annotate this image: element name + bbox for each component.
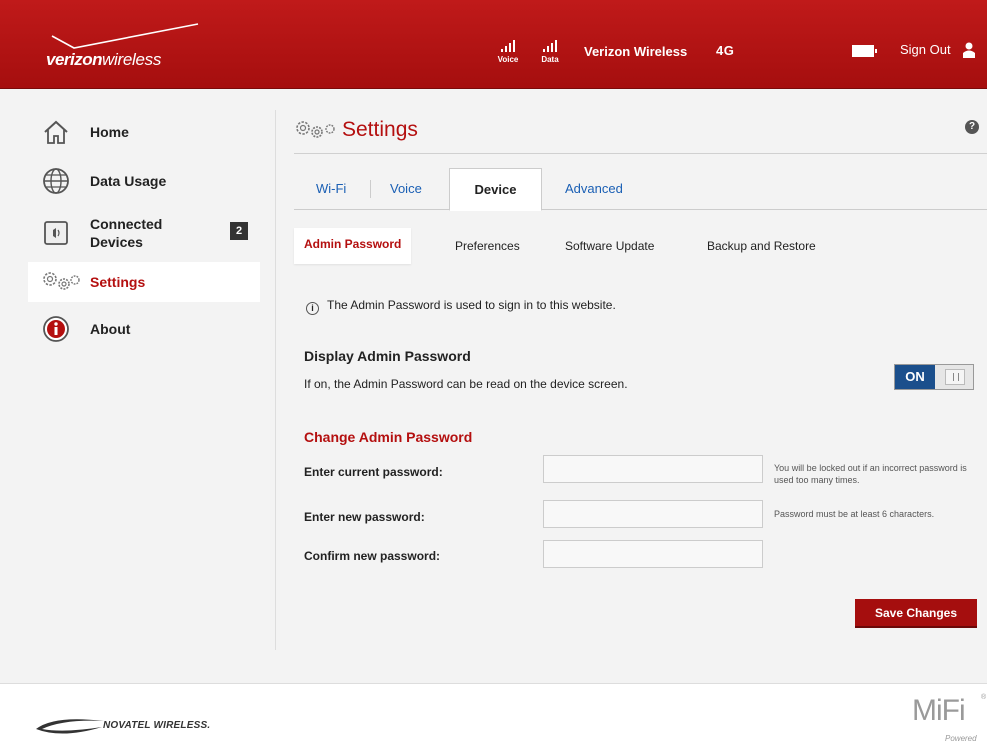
voice-label: Voice <box>497 55 519 64</box>
tab-advanced[interactable]: Advanced <box>565 168 623 210</box>
voice-signal: Voice <box>493 38 523 64</box>
tab-separator <box>370 180 371 198</box>
novatel-logo-text: NOVATEL WIRELESS. <box>103 720 211 731</box>
sidebar-item-label: Settings <box>90 274 146 290</box>
info-message: i The Admin Password is used to sign in t… <box>294 298 987 315</box>
confirm-password-label: Confirm new password: <box>304 549 441 563</box>
display-password-toggle[interactable]: ON <box>894 364 974 390</box>
device-subtabs: Admin Password Preferences Software Upda… <box>294 228 987 266</box>
sidebar-item-home[interactable]: Home <box>28 108 260 156</box>
sidebar-nav: Home Data Usage Connected Devices 2 Sett… <box>28 108 260 356</box>
current-password-label: Enter current password: <box>304 465 443 479</box>
sidebar-item-settings[interactable]: Settings <box>28 262 260 302</box>
logo-brand: verizon <box>46 50 103 69</box>
sidebar-item-label: Home <box>90 124 129 140</box>
connected-devices-count-badge: 2 <box>230 222 248 240</box>
page-title-row: Settings ? <box>294 110 987 154</box>
data-label: Data <box>541 55 559 64</box>
subtab-backup-restore[interactable]: Backup and Restore <box>707 228 816 264</box>
new-password-field[interactable] <box>543 500 763 528</box>
page-title: Settings <box>342 118 418 141</box>
sidebar-item-label: Connected Devices <box>90 216 163 250</box>
novatel-swoosh-logo <box>36 719 104 734</box>
subtab-preferences[interactable]: Preferences <box>455 228 520 264</box>
page-footer: NOVATEL WIRELESS. MiFi ® Powered <box>0 683 987 756</box>
change-password-heading: Change Admin Password <box>304 429 473 445</box>
gears-icon <box>296 121 335 138</box>
new-password-label: Enter new password: <box>304 510 425 524</box>
toggle-knob <box>945 369 965 385</box>
globe-icon <box>43 168 69 194</box>
toggle-on-label: ON <box>895 365 935 389</box>
signal-bars-icon <box>493 38 523 52</box>
powered-label: Powered <box>945 734 977 743</box>
carrier-name: Verizon Wireless <box>584 44 688 59</box>
settings-tabs: Wi-Fi Voice Device Advanced <box>294 168 987 211</box>
display-password-description: If on, the Admin Password can be read on… <box>304 377 628 391</box>
current-password-field[interactable] <box>543 455 763 483</box>
verizon-logo[interactable]: verizonwireless <box>36 20 206 76</box>
data-signal: Data <box>535 38 565 64</box>
sign-out-link[interactable]: Sign Out <box>900 42 951 57</box>
sidebar-item-label: Data Usage <box>90 173 167 189</box>
save-changes-button[interactable]: Save Changes <box>855 599 977 628</box>
home-icon <box>44 120 68 144</box>
info-icon <box>43 316 69 342</box>
sidebar-item-connected-devices[interactable]: Connected Devices 2 <box>28 206 260 260</box>
sidebar-divider <box>275 110 276 650</box>
speaker-icon <box>44 221 68 245</box>
display-password-heading: Display Admin Password <box>304 348 471 364</box>
sidebar-item-label: About <box>90 321 131 337</box>
sidebar-item-data-usage[interactable]: Data Usage <box>28 156 260 206</box>
new-password-hint: Password must be at least 6 characters. <box>774 509 935 519</box>
battery-icon <box>852 45 877 57</box>
tab-voice[interactable]: Voice <box>390 168 422 210</box>
top-header: verizonwireless Voice Data Verizon Wirel… <box>0 0 987 89</box>
network-type-badge: 4G <box>716 43 735 58</box>
tab-device[interactable]: Device <box>449 168 542 211</box>
gears-icon <box>43 272 80 290</box>
current-password-hint: You will be locked out if an incorrect p… <box>774 463 967 485</box>
info-text: The Admin Password is used to sign in to… <box>327 298 616 312</box>
logo-suffix: wireless <box>102 50 162 69</box>
mifi-registered-mark: ® <box>981 694 987 701</box>
confirm-password-field[interactable] <box>543 540 763 568</box>
signal-bars-icon <box>535 38 565 52</box>
tab-wifi[interactable]: Wi-Fi <box>316 168 346 210</box>
help-icon[interactable]: ? <box>965 120 979 134</box>
main-content: Settings ? Wi-Fi Voice Device Advanced A… <box>294 110 987 628</box>
subtab-software-update[interactable]: Software Update <box>565 228 654 264</box>
info-circle-icon: i <box>306 302 319 315</box>
mifi-logo: MiFi <box>912 694 966 727</box>
subtab-admin-password[interactable]: Admin Password <box>294 228 412 264</box>
user-icon[interactable] <box>962 42 976 58</box>
sidebar-item-about[interactable]: About <box>28 302 260 356</box>
